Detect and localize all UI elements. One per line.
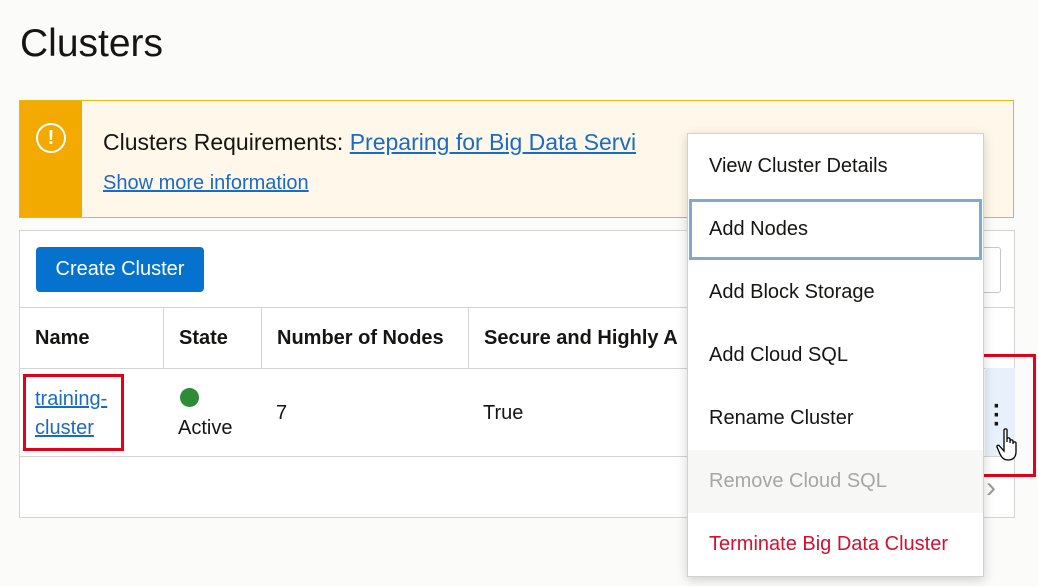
alert-prefix: Clusters Requirements: [103, 129, 350, 155]
menu-view-cluster-details[interactable]: View Cluster Details [688, 135, 983, 198]
menu-add-nodes[interactable]: Add Nodes [688, 198, 983, 261]
preparing-link[interactable]: Preparing for Big Data Servi [350, 129, 636, 155]
alert-stripe: ! [20, 101, 82, 217]
state-value: Active [178, 417, 233, 439]
highlight-box-name [23, 374, 124, 451]
alert-text: Clusters Requirements: Preparing for Big… [103, 129, 636, 156]
show-more-link[interactable]: Show more information [103, 172, 309, 195]
nodes-value: 7 [276, 402, 288, 424]
header-nodes[interactable]: Number of Nodes [262, 308, 469, 368]
header-state[interactable]: State [164, 308, 262, 368]
secure-value: True [483, 402, 524, 424]
actions-menu: View Cluster Details Add Nodes Add Block… [687, 133, 984, 577]
exclamation-icon: ! [36, 123, 66, 153]
active-status-icon [180, 388, 199, 407]
menu-add-block-storage[interactable]: Add Block Storage [688, 261, 983, 324]
menu-terminate-cluster[interactable]: Terminate Big Data Cluster [688, 513, 983, 576]
menu-add-cloud-sql[interactable]: Add Cloud SQL [688, 324, 983, 387]
menu-rename-cluster[interactable]: Rename Cluster [688, 387, 983, 450]
menu-remove-cloud-sql: Remove Cloud SQL [688, 450, 983, 513]
header-name[interactable]: Name [20, 308, 164, 368]
hand-cursor-icon [996, 428, 1017, 461]
header-secure[interactable]: Secure and Highly A [469, 308, 689, 368]
page-title: Clusters [20, 22, 164, 65]
create-cluster-button[interactable]: Create Cluster [36, 247, 204, 292]
